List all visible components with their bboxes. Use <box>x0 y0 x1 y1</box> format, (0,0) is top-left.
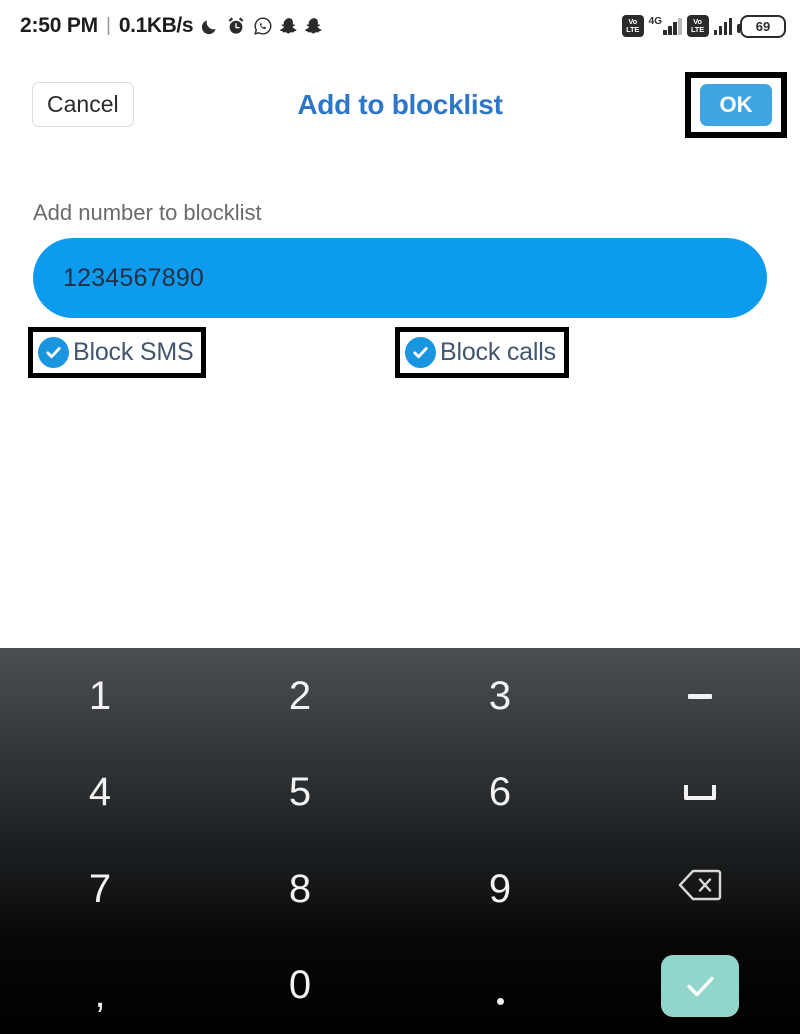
volte-line-2: LTE <box>690 25 704 34</box>
key-dash[interactable] <box>600 648 800 745</box>
key-9[interactable]: 9 <box>400 841 600 938</box>
signal-icon-sim2 <box>713 17 732 35</box>
block-sms-label: Block SMS <box>73 338 194 366</box>
key-2[interactable]: 2 <box>200 648 400 745</box>
phone-screen: 2:50 PM | 0.1KB/s Vo LTE 4G Vo LTE 69 Ca… <box>0 0 800 1034</box>
key-period[interactable] <box>400 938 600 1034</box>
block-calls-annotation-box[interactable]: Block calls <box>395 327 569 378</box>
signal-bars <box>663 17 682 35</box>
checkmark-icon <box>38 337 69 368</box>
space-icon <box>684 785 716 801</box>
whatsapp-icon <box>253 16 273 36</box>
checkmark-icon <box>405 337 436 368</box>
number-field-label: Add number to blocklist <box>33 200 262 225</box>
key-8[interactable]: 8 <box>200 841 400 938</box>
signal-bars <box>713 17 732 35</box>
page-title: Add to blocklist <box>297 88 503 120</box>
status-bar: 2:50 PM | 0.1KB/s Vo LTE 4G Vo LTE 69 <box>0 0 800 52</box>
snapchat-icon <box>305 17 323 36</box>
key-4[interactable]: 4 <box>0 745 200 842</box>
network-speed: 0.1KB/s <box>118 14 194 37</box>
dialog-header: Cancel Add to blocklist OK <box>0 52 800 157</box>
key-enter[interactable] <box>600 938 800 1034</box>
form-content: Add number to blocklist 1234567890 Block… <box>0 157 800 648</box>
key-7[interactable]: 7 <box>0 841 200 938</box>
moon-icon <box>200 17 219 36</box>
key-5[interactable]: 5 <box>200 745 400 842</box>
number-input[interactable]: 1234567890 <box>33 238 767 318</box>
status-bar-right: Vo LTE 4G Vo LTE 69 <box>621 14 786 38</box>
key-space[interactable] <box>600 745 800 842</box>
ok-button-annotation-box: OK <box>685 71 787 138</box>
keyboard-row: 7 8 9 <box>0 841 800 938</box>
keyboard-row: , 0 <box>0 938 800 1034</box>
keyboard-row: 4 5 6 <box>0 745 800 842</box>
dash-icon <box>688 693 712 699</box>
signal-icon-sim1: 4G <box>649 17 682 35</box>
snapchat-icon <box>280 17 298 36</box>
network-type-label: 4G <box>648 16 662 27</box>
keyboard-row: 1 2 3 <box>0 648 800 745</box>
battery-level-label: 69 <box>755 18 771 34</box>
key-6[interactable]: 6 <box>400 745 600 842</box>
enter-checkmark-icon <box>661 954 739 1017</box>
block-options-row: Block SMS Block calls <box>0 327 800 387</box>
key-0[interactable]: 0 <box>200 938 400 1034</box>
key-comma[interactable]: , <box>0 938 200 1034</box>
status-separator: | <box>105 15 111 36</box>
volte-icon: Vo LTE <box>621 15 644 37</box>
ok-button[interactable]: OK <box>700 83 772 126</box>
battery-icon: 69 <box>737 14 786 38</box>
key-3[interactable]: 3 <box>400 648 600 745</box>
key-backspace[interactable] <box>600 841 800 938</box>
status-bar-left: 2:50 PM | 0.1KB/s <box>20 14 323 38</box>
backspace-icon <box>678 867 722 912</box>
volte-line-2: LTE <box>626 25 640 34</box>
numeric-keyboard: 1 2 3 4 5 6 7 8 9 , 0 <box>0 648 800 1034</box>
volte-icon: Vo LTE <box>686 15 709 37</box>
key-1[interactable]: 1 <box>0 648 200 745</box>
block-calls-label: Block calls <box>440 338 556 366</box>
block-sms-annotation-box[interactable]: Block SMS <box>28 327 207 378</box>
period-icon <box>496 998 504 1006</box>
alarm-icon <box>226 16 246 36</box>
number-input-value: 1234567890 <box>63 263 205 292</box>
status-clock: 2:50 PM <box>20 14 98 37</box>
